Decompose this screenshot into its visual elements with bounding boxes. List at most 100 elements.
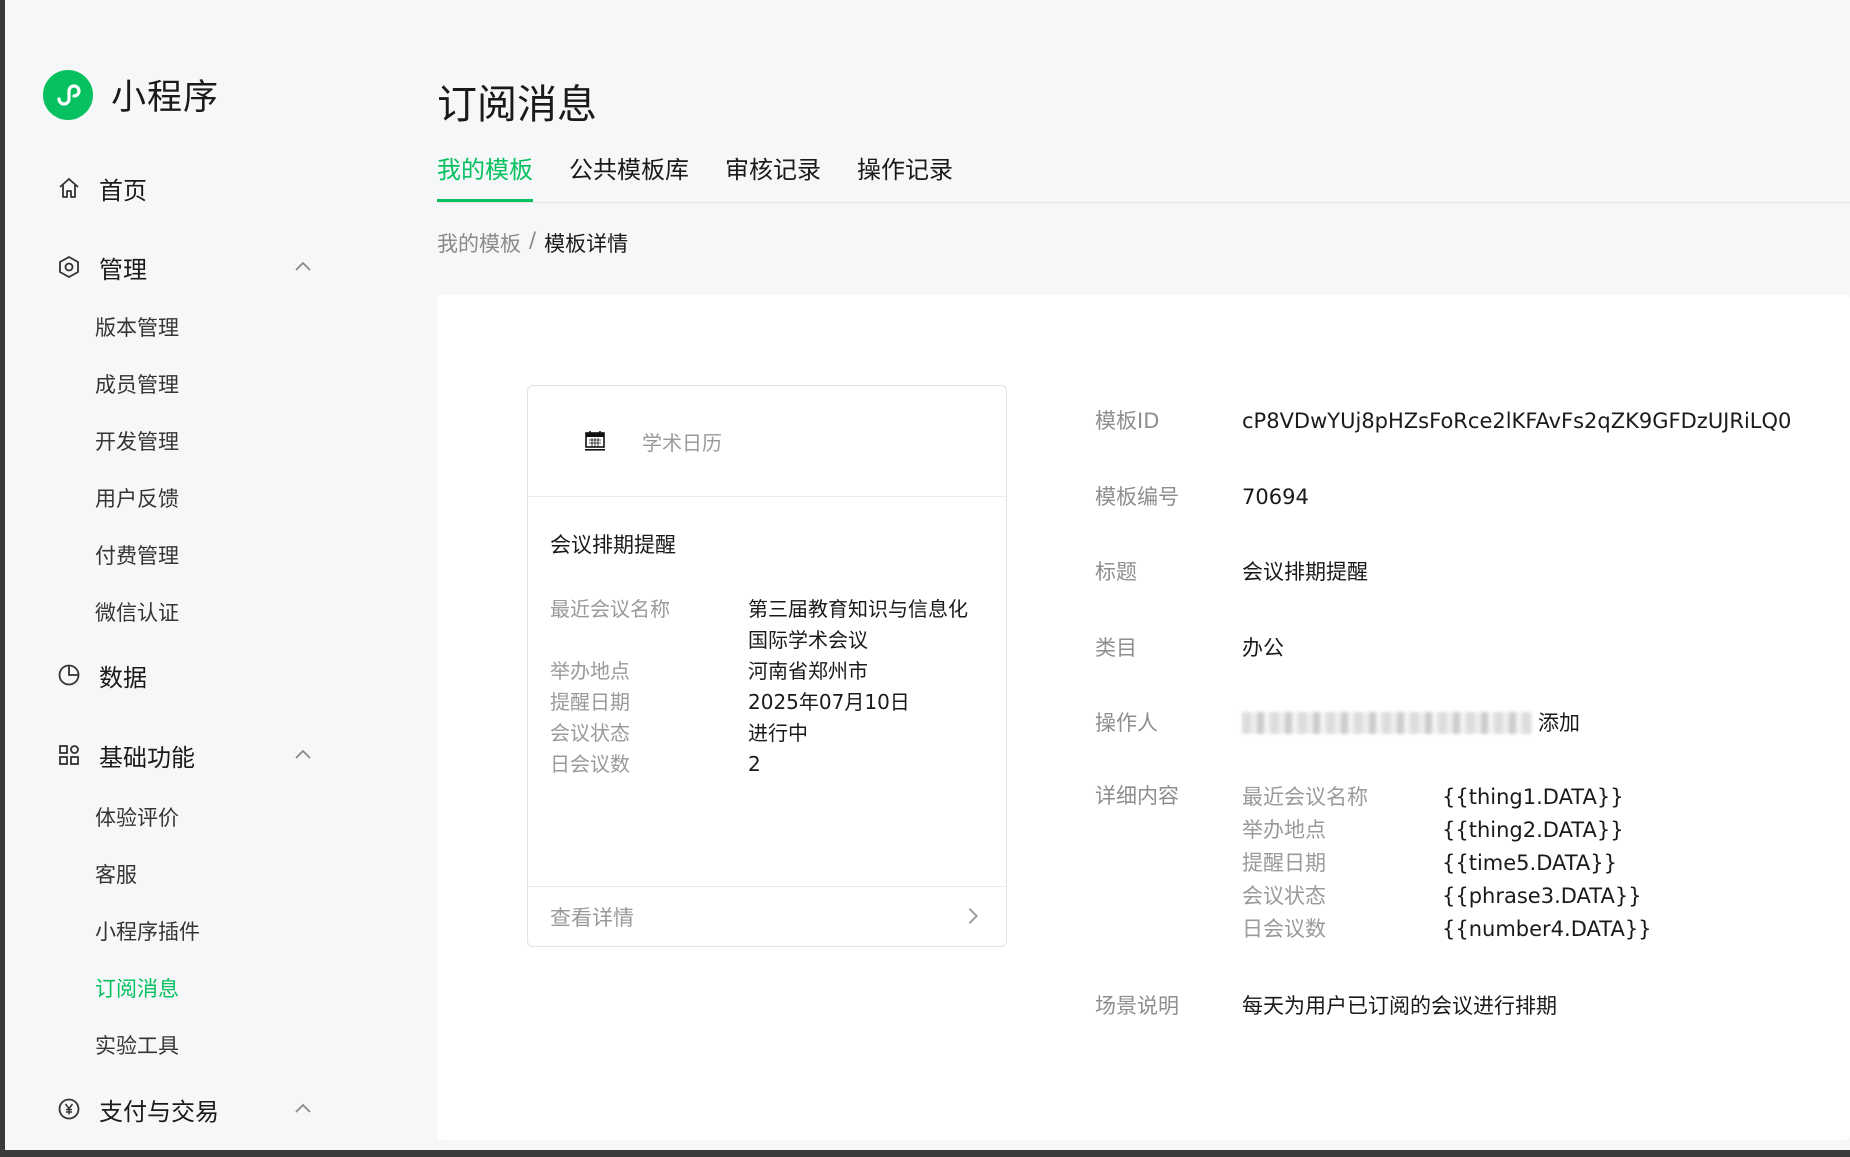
card-row: 日会议数 2 [550, 749, 990, 780]
redacted-operator-name [1242, 712, 1532, 734]
tab-divider [437, 202, 1850, 203]
card-row: 会议状态 进行中 [550, 718, 990, 749]
sidebar: 小程序 首页 管理 版本管理 成员管理 开发管理 用户反馈 付费管理 微信认证 … [5, 0, 425, 1150]
field-key: 举办地点 [1242, 818, 1326, 842]
sidebar-item-label: 数据 [99, 663, 147, 692]
template-detail-panel: 学术日历 会议排期提醒 最近会议名称 第三届教育知识与信息化国际学术会议 举办地… [437, 295, 1850, 1140]
calendar-logo-icon [582, 428, 608, 454]
card-row-key: 举办地点 [550, 659, 630, 683]
content-field: 会议状态 {{phrase3.DATA}} [1242, 880, 1652, 913]
sidebar-item-label: 管理 [99, 255, 147, 284]
scene-value: 每天为用户已订阅的会议进行排期 [1242, 994, 1557, 1018]
tab-operation-records[interactable]: 操作记录 [857, 150, 953, 202]
breadcrumb: 我的模板 / 模板详情 [437, 228, 628, 258]
breadcrumb-link-my-templates[interactable]: 我的模板 [437, 228, 521, 258]
field-key: 日会议数 [1242, 917, 1326, 941]
sidebar-subitem-version[interactable]: 版本管理 [95, 313, 179, 343]
chevron-up-icon[interactable] [291, 1097, 315, 1121]
field-key: 最近会议名称 [1242, 785, 1368, 809]
card-row-value: 第三届教育知识与信息化国际学术会议 [748, 597, 968, 652]
message-preview-card: 学术日历 会议排期提醒 最近会议名称 第三届教育知识与信息化国际学术会议 举办地… [527, 385, 1007, 947]
card-row-value: 2 [748, 752, 761, 776]
sidebar-item-label: 支付与交易 [99, 1097, 219, 1126]
template-id-value: cP8VDwYUj8pHZsFoRce2lKFAvFs2qZK9GFDzUJRi… [1242, 409, 1792, 433]
detail-template-number: 模板编号 70694 [1095, 482, 1309, 512]
operator-action: 添加 [1538, 711, 1580, 735]
detail-operator: 操作人 添加 [1095, 708, 1580, 738]
card-row-value: 进行中 [748, 721, 808, 745]
card-row-key: 提醒日期 [550, 690, 630, 714]
operator-value: 添加 [1242, 708, 1580, 738]
tab-review-records[interactable]: 审核记录 [725, 150, 821, 202]
miniprogram-logo-icon [43, 69, 93, 120]
sidebar-subitem-feedback[interactable]: 用户反馈 [95, 484, 179, 514]
sidebar-item-data[interactable]: 数据 [55, 655, 315, 695]
sidebar-item-home[interactable]: 首页 [55, 168, 315, 208]
detail-label: 模板ID [1095, 409, 1160, 433]
breadcrumb-current: 模板详情 [544, 232, 629, 256]
chevron-up-icon[interactable] [291, 255, 315, 279]
card-row-key: 日会议数 [550, 752, 630, 776]
chevron-right-icon [968, 908, 978, 924]
detail-content: 详细内容 最近会议名称 {{thing1.DATA}} 举办地点 {{thing… [1095, 781, 1652, 946]
sidebar-item-payment-trade[interactable]: 支付与交易 [55, 1089, 315, 1129]
card-row: 最近会议名称 第三届教育知识与信息化国际学术会议 [550, 594, 990, 656]
field-value: {{time5.DATA}} [1442, 851, 1618, 875]
sidebar-item-manage[interactable]: 管理 [55, 247, 315, 287]
sidebar-subitem-rating[interactable]: 体验评价 [95, 803, 179, 833]
chevron-up-icon[interactable] [291, 743, 315, 767]
detail-template-id: 模板ID cP8VDwYUj8pHZsFoRce2lKFAvFs2qZK9GFD… [1095, 406, 1791, 436]
sidebar-subitem-dev[interactable]: 开发管理 [95, 427, 179, 457]
field-value: {{thing2.DATA}} [1442, 818, 1624, 842]
sidebar-subitem-payment[interactable]: 付费管理 [95, 541, 179, 571]
template-number-value: 70694 [1242, 485, 1309, 509]
brand[interactable]: 小程序 [43, 69, 219, 120]
sidebar-item-label: 首页 [99, 176, 147, 205]
home-icon [55, 174, 83, 202]
detail-label: 类目 [1095, 636, 1137, 660]
field-key: 会议状态 [1242, 884, 1326, 908]
card-title: 会议排期提醒 [550, 533, 676, 557]
pie-chart-icon [55, 661, 83, 689]
content-field: 最近会议名称 {{thing1.DATA}} [1242, 781, 1652, 814]
sidebar-subitem-plugins[interactable]: 小程序插件 [95, 917, 200, 947]
sidebar-subitem-members[interactable]: 成员管理 [95, 370, 179, 400]
breadcrumb-separator: / [529, 228, 537, 252]
sidebar-subitem-experiment-tools[interactable]: 实验工具 [95, 1031, 179, 1061]
detail-label: 标题 [1095, 560, 1137, 584]
content-field: 举办地点 {{thing2.DATA}} [1242, 814, 1652, 847]
sidebar-item-basic-features[interactable]: 基础功能 [55, 735, 315, 775]
settings-hexagon-icon [55, 253, 83, 281]
category-value: 办公 [1242, 636, 1284, 660]
sidebar-subitem-subscribe-message[interactable]: 订阅消息 [95, 974, 179, 1004]
sidebar-subitem-wechat-cert[interactable]: 微信认证 [95, 598, 179, 628]
detail-label: 模板编号 [1095, 485, 1179, 509]
field-value: {{phrase3.DATA}} [1442, 884, 1642, 908]
sidebar-subitem-customer-service[interactable]: 客服 [95, 860, 137, 890]
card-row-value: 2025年07月10日 [748, 690, 910, 714]
detail-label: 操作人 [1095, 711, 1158, 735]
content-field: 提醒日期 {{time5.DATA}} [1242, 847, 1652, 880]
tab-bar: 我的模板 公共模板库 审核记录 操作记录 [437, 150, 989, 202]
window-frame-bottom [0, 1150, 1850, 1157]
card-row-key: 最近会议名称 [550, 597, 670, 621]
tab-public-library[interactable]: 公共模板库 [569, 150, 689, 202]
tab-my-templates[interactable]: 我的模板 [437, 150, 533, 202]
card-header: 学术日历 [528, 386, 1006, 497]
detail-label: 场景说明 [1095, 994, 1179, 1018]
card-row-key: 会议状态 [550, 721, 630, 745]
view-details-label: 查看详情 [550, 905, 634, 930]
content-field: 日会议数 {{number4.DATA}} [1242, 913, 1652, 946]
card-row: 提醒日期 2025年07月10日 [550, 687, 990, 718]
brand-name: 小程序 [111, 78, 220, 118]
detail-title: 标题 会议排期提醒 [1095, 557, 1368, 587]
detail-label: 详细内容 [1095, 784, 1179, 808]
field-key: 提醒日期 [1242, 851, 1326, 875]
card-row-value: 河南省郑州市 [748, 659, 868, 683]
sidebar-item-label: 基础功能 [99, 743, 195, 772]
yen-circle-icon [55, 1095, 83, 1123]
card-app-name: 学术日历 [642, 430, 722, 455]
detail-category: 类目 办公 [1095, 633, 1284, 663]
title-value: 会议排期提醒 [1242, 560, 1368, 584]
view-details-link[interactable]: 查看详情 [528, 886, 1006, 946]
